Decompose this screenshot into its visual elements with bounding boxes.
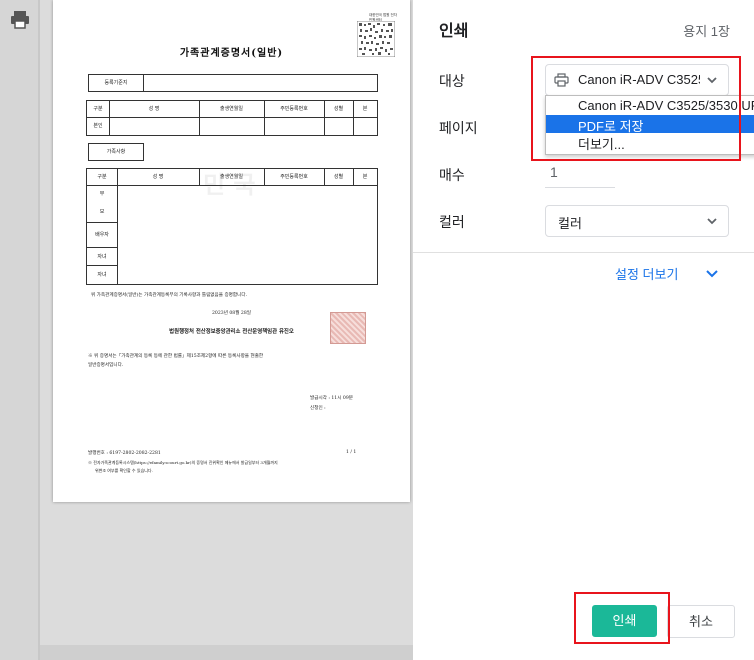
divider	[38, 0, 40, 660]
document-number: 발행번호 : 6197-2802-2082-2281	[88, 451, 161, 456]
table-header: 주민등록번호	[280, 106, 308, 112]
family-section-box: 가족사항	[88, 143, 144, 161]
table-row-label: 부	[99, 191, 105, 197]
divider	[413, 252, 754, 253]
self-table: 구분 성 명 출생연월일 주민등록번호 성별 본 본인	[86, 100, 378, 136]
table-header: 주민등록번호	[280, 174, 308, 180]
table-header: 본	[362, 174, 368, 180]
official-seal-stamp	[330, 312, 366, 344]
registration-base-row: 등록기준지	[88, 74, 378, 92]
footer-text: 위변조 여부를 확인할 수 있습니다.	[95, 468, 153, 473]
panel-title: 인쇄	[439, 23, 469, 40]
table-header: 성별	[333, 106, 344, 112]
table-header: 출생연월일	[219, 174, 243, 180]
family-table: 구분 성 명 출생연월일 주민등록번호 성별 본 부 모 배우자 자녀 자녀	[86, 168, 378, 285]
table-header: 구분	[97, 174, 107, 180]
table-row-label: 모	[99, 209, 105, 215]
page-count: 1 / 1	[346, 450, 357, 455]
table-header: 성 명	[152, 174, 164, 180]
chevron-down-icon	[707, 218, 717, 225]
footer-text: ※ 전자가족관계등록시스템(https://efamily.scourt.go.…	[88, 460, 278, 465]
chevron-down-icon[interactable]	[705, 266, 719, 280]
table-header: 성별	[333, 174, 344, 180]
highlight-box-print	[574, 592, 670, 644]
cancel-button[interactable]: 취소	[667, 605, 735, 638]
preview-bottom-bar	[40, 645, 413, 660]
copies-input[interactable]: 1	[550, 164, 558, 180]
highlight-box-destination	[531, 56, 741, 161]
color-label: 컬러	[439, 214, 465, 230]
color-value: 컬러	[558, 216, 582, 231]
table-header: 성 명	[148, 106, 160, 112]
color-select[interactable]: 컬러	[545, 205, 729, 237]
document-title: 가족관계증명서(일반)	[179, 48, 284, 59]
sheet-count: 용지 1장	[683, 24, 730, 39]
registration-base-label: 등록기준지	[104, 80, 128, 86]
table-row-label: 본인	[93, 123, 103, 129]
issue-time: 발급시각 : 11시 09분	[310, 396, 353, 401]
table-row-label: 배우자	[95, 232, 109, 238]
copies-label: 매수	[439, 167, 465, 183]
print-settings-panel: 인쇄 용지 1장 대상 Canon iR-ADV C3525 페이지 Canon…	[413, 0, 754, 660]
destination-label: 대상	[439, 73, 465, 89]
notice-text: 일반증명서입니다.	[88, 363, 124, 368]
pages-label: 페이지	[439, 120, 478, 136]
copies-underline	[545, 187, 615, 188]
table-header: 출생연월일	[219, 106, 243, 112]
table-row-label: 자녀	[97, 254, 107, 260]
table-header: 본	[362, 106, 368, 112]
document-preview-page: 민 국 대한민국 법원 전자민원센터 가족관계증명서(일반) 등록기준지 구분 …	[53, 0, 410, 502]
family-section-label: 가족사항	[106, 149, 126, 155]
more-settings-link[interactable]: 설정 더보기	[615, 264, 678, 283]
table-row-label: 자녀	[97, 272, 107, 278]
certify-text: 위 가족관계증명서(일반)는 가족관계등록부의 기록사항과 틀림없음을 증명합니…	[91, 293, 248, 298]
table-header: 구분	[93, 106, 103, 112]
preview-side-strip	[0, 0, 40, 660]
applicant-label: 신청인 :	[310, 406, 326, 411]
printer-icon[interactable]	[9, 10, 31, 30]
notice-text: ※ 위 증명서는「가족관계의 등록 등에 관한 법률」제15조제2항에 따른 등…	[88, 354, 264, 359]
